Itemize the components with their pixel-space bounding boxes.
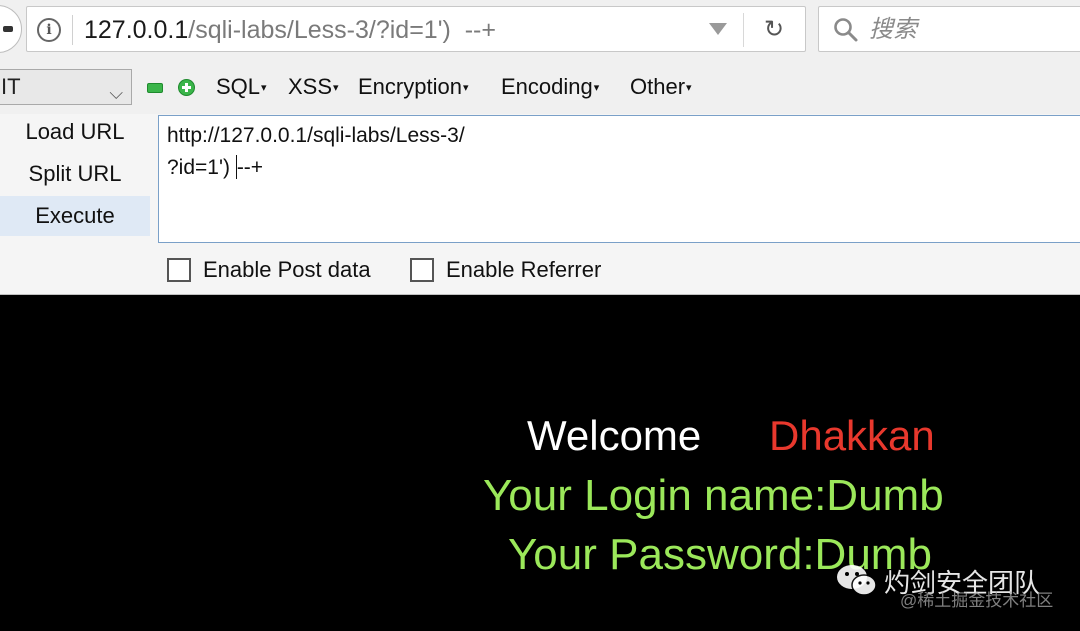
welcome-text: Welcome <box>527 412 702 459</box>
menu-sql[interactable]: SQL▾ <box>216 74 267 101</box>
caret-down-icon: ▾ <box>462 82 469 94</box>
url-line-part: ?id=1') <box>167 156 236 179</box>
url-line: ?id=1') --+ <box>167 152 1079 184</box>
chevron-down-icon: ⌵ <box>109 83 123 103</box>
increase-icon[interactable] <box>178 79 195 96</box>
referrer-label[interactable]: Enable Referrer <box>446 256 601 284</box>
method-select[interactable]: IT ⌵ <box>0 69 132 105</box>
menu-other[interactable]: Other▾ <box>630 74 692 101</box>
search-box[interactable]: 搜索 <box>818 6 1080 52</box>
search-icon <box>834 18 858 42</box>
page-content: Welcome Dhakkan Your Login name:Dumb You… <box>0 296 1080 631</box>
menu-label: Encoding <box>501 74 593 99</box>
hackbar-panel: IT ⌵ SQL▾ XSS▾ Encryption▾ Encoding▾ Othe… <box>0 58 1080 295</box>
url-line-part: --+ <box>236 156 264 179</box>
back-arrow-icon <box>3 26 13 32</box>
load-url-button[interactable]: Load URL <box>0 112 150 152</box>
referrer-checkbox[interactable] <box>410 258 434 282</box>
reload-icon[interactable]: ↻ <box>764 17 784 43</box>
caret-down-icon: ▾ <box>261 82 267 94</box>
login-name-text: Your Login name:Dumb <box>483 471 944 520</box>
back-button[interactable] <box>0 5 22 53</box>
menu-encryption[interactable]: Encryption▾ <box>358 74 468 101</box>
welcome-line: Welcome Dhakkan <box>527 411 935 461</box>
wechat-icon <box>837 565 877 596</box>
menu-label: Other <box>630 74 686 99</box>
menu-label: Encryption <box>358 74 462 99</box>
execute-button[interactable]: Execute <box>0 196 150 236</box>
divider <box>72 15 73 45</box>
divider <box>743 13 744 47</box>
hackbar-url-textarea[interactable]: http://127.0.0.1/sqli-labs/Less-3/ ?id=1'… <box>158 115 1080 243</box>
caret-down-icon: ▾ <box>686 82 692 94</box>
address-text[interactable]: 127.0.0.1/sqli-labs/Less-3/?id=1') --+ <box>84 15 496 45</box>
address-bar[interactable]: i 127.0.0.1/sqli-labs/Less-3/?id=1') --+… <box>26 6 806 52</box>
search-input[interactable]: 搜索 <box>869 15 917 45</box>
url-host: 127.0.0.1 <box>84 16 189 44</box>
caret-down-icon: ▾ <box>593 82 600 94</box>
url-line: http://127.0.0.1/sqli-labs/Less-3/ <box>167 124 465 147</box>
menu-xss[interactable]: XSS▾ <box>288 74 339 101</box>
post-data-label[interactable]: Enable Post data <box>203 256 371 284</box>
history-dropdown-icon[interactable] <box>709 23 727 35</box>
menu-label: XSS <box>288 74 333 99</box>
method-value: IT <box>1 74 21 99</box>
menu-encoding[interactable]: Encoding▾ <box>501 74 599 101</box>
info-icon[interactable]: i <box>37 18 61 42</box>
hackbar-toolbar: IT ⌵ SQL▾ XSS▾ Encryption▾ Encoding▾ Othe… <box>0 58 1080 114</box>
caret-down-icon: ▾ <box>333 82 339 94</box>
url-path: /sqli-labs/Less-3/?id=1') --+ <box>188 16 496 44</box>
watermark-subtitle: @稀土掘金技术社区 <box>900 591 1054 610</box>
menu-label: SQL <box>216 74 261 99</box>
split-url-button[interactable]: Split URL <box>0 154 150 194</box>
post-data-checkbox[interactable] <box>167 258 191 282</box>
navigation-bar: i 127.0.0.1/sqli-labs/Less-3/?id=1') --+… <box>0 0 1080 58</box>
username-text: Dhakkan <box>769 412 935 459</box>
decrease-icon[interactable] <box>147 83 163 93</box>
